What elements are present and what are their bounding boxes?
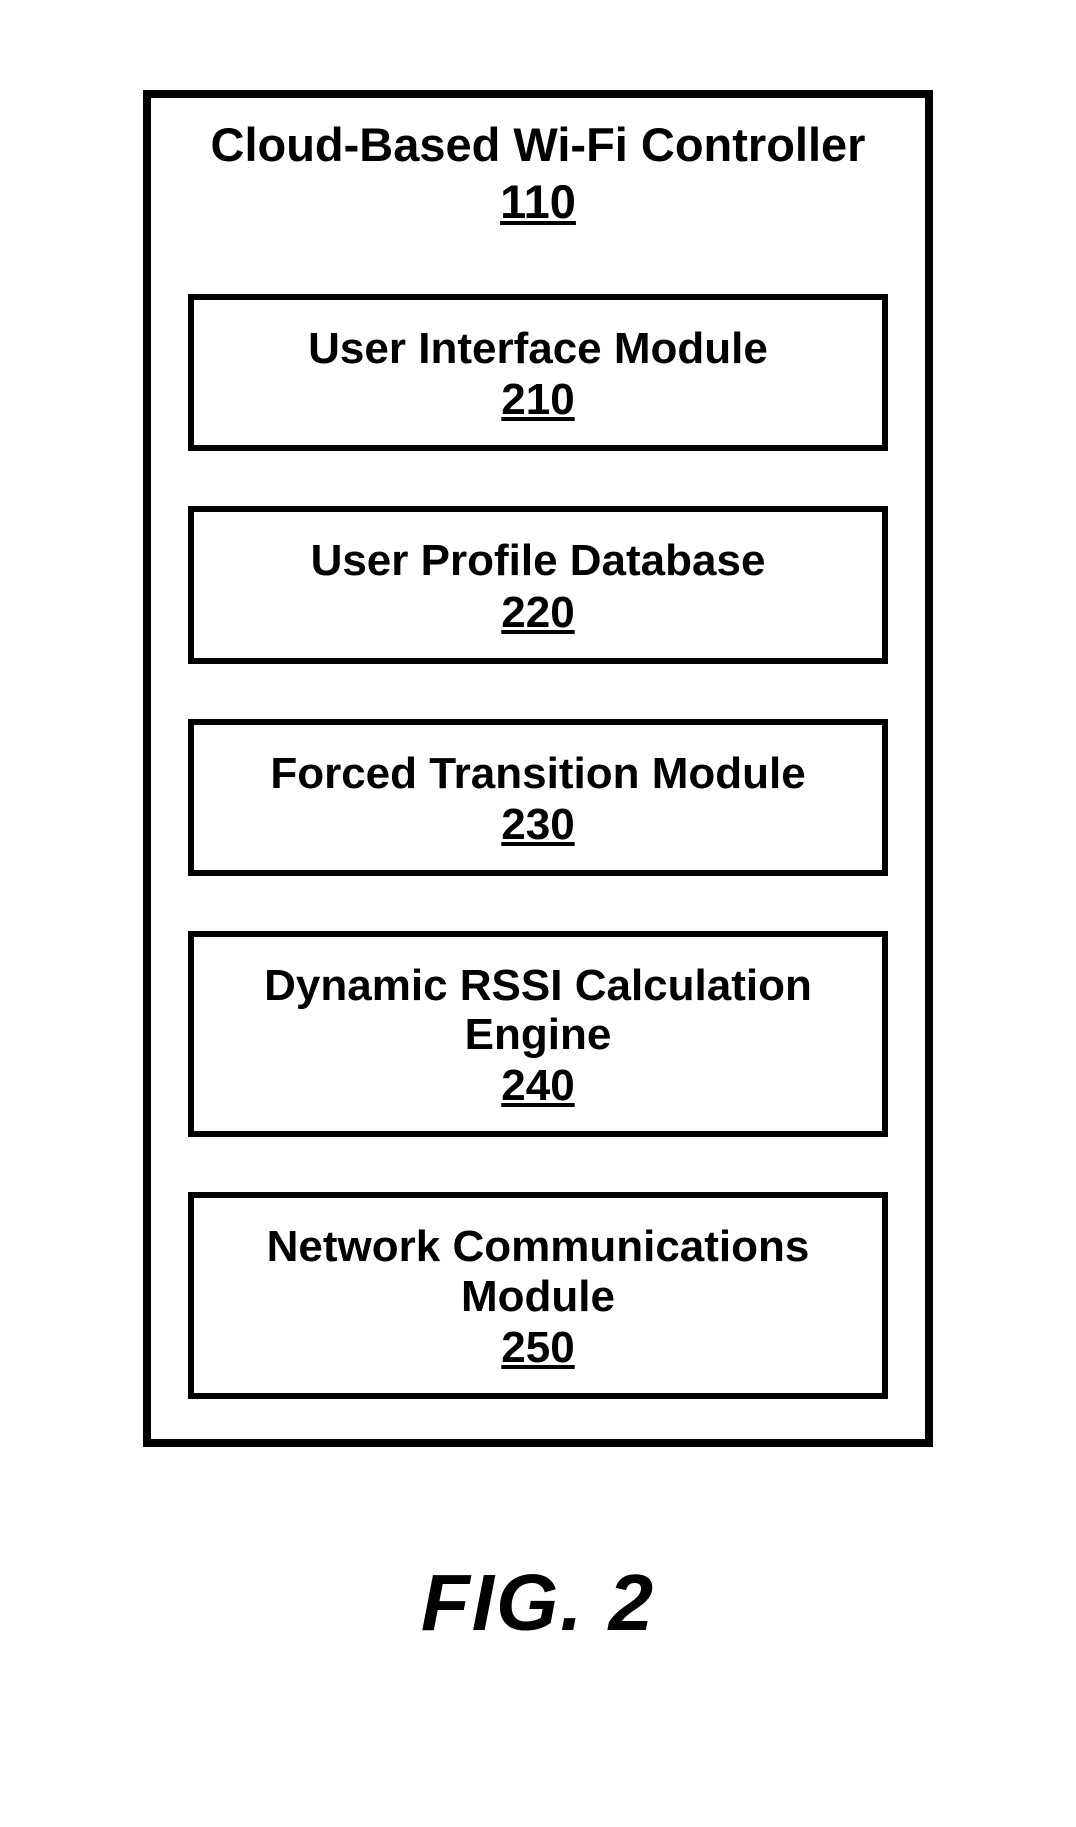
module-dynamic-rssi: Dynamic RSSI Calculation Engine 240 (188, 931, 888, 1138)
container-ref: 110 (211, 174, 866, 229)
controller-container: Cloud-Based Wi-Fi Controller 110 User In… (143, 90, 933, 1447)
module-label: Network Communications Module (204, 1222, 872, 1321)
container-header: Cloud-Based Wi-Fi Controller 110 (211, 118, 866, 229)
module-label: User Profile Database (204, 536, 872, 585)
module-ref: 210 (204, 375, 872, 425)
module-ref: 240 (204, 1061, 872, 1111)
module-user-profile-database: User Profile Database 220 (188, 506, 888, 663)
module-ref: 230 (204, 800, 872, 850)
module-network-communications: Network Communications Module 250 (188, 1192, 888, 1399)
module-forced-transition: Forced Transition Module 230 (188, 719, 888, 876)
figure-page: Cloud-Based Wi-Fi Controller 110 User In… (0, 0, 1076, 1827)
container-title: Cloud-Based Wi-Fi Controller (211, 118, 866, 172)
module-label: User Interface Module (204, 324, 872, 373)
module-label: Dynamic RSSI Calculation Engine (204, 961, 872, 1060)
module-ref: 250 (204, 1323, 872, 1373)
module-user-interface: User Interface Module 210 (188, 294, 888, 451)
module-label: Forced Transition Module (204, 749, 872, 798)
module-ref: 220 (204, 588, 872, 638)
figure-caption: FIG. 2 (421, 1557, 655, 1649)
